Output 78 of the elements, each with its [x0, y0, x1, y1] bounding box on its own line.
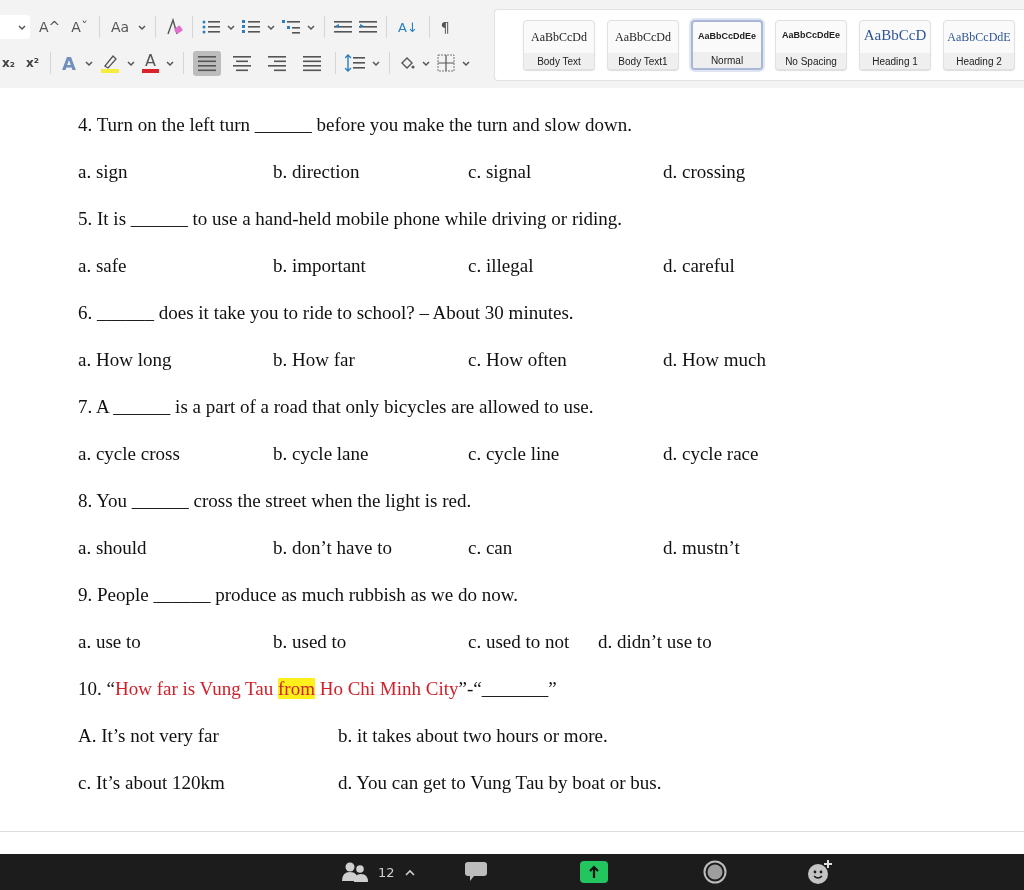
answer-option: c. It’s about 120km — [78, 772, 225, 794]
chevron-up-icon[interactable] — [404, 868, 415, 876]
change-case-button[interactable]: Aa — [108, 19, 132, 35]
answer-option: d. crossing — [663, 161, 746, 208]
answer-option: b. important — [273, 255, 366, 302]
record-icon[interactable] — [703, 860, 727, 884]
style-option[interactable]: AaBbCcDd Body Text1 — [607, 20, 679, 70]
decrease-indent-icon[interactable] — [334, 19, 353, 35]
answer-option: d. You can get to Vung Tau by boat or bus. — [338, 772, 662, 794]
shrink-font-button[interactable]: Aˇ — [69, 19, 90, 35]
answer-option: b. it takes about two hours or more. — [338, 725, 608, 747]
style-option[interactable]: AaBbCcDd Body Text — [523, 20, 595, 70]
answer-option: b. used to — [273, 631, 347, 678]
clear-formatting-icon[interactable] — [165, 18, 184, 36]
style-option[interactable]: AaBbCcDdEe Normal — [691, 20, 763, 70]
line-spacing-icon[interactable] — [344, 54, 365, 72]
caret-icon[interactable] — [165, 59, 174, 67]
caret-icon[interactable] — [138, 23, 147, 31]
answer-option: a. should — [78, 537, 147, 584]
answer-option: c. used to not — [468, 631, 570, 678]
answer-option: d. mustn’t — [663, 537, 740, 584]
multilevel-list-icon[interactable] — [282, 19, 301, 35]
share-screen-icon[interactable] — [580, 861, 608, 883]
answer-option: c. How often — [468, 349, 567, 396]
caret-icon[interactable] — [126, 59, 135, 67]
answer-option: b. direction — [273, 161, 360, 208]
answer-option: b. How far — [273, 349, 355, 396]
question-text: 5. It is ______ to use a hand-held mobile phone while driving or riding. — [78, 208, 624, 231]
participants-icon[interactable] — [342, 861, 368, 883]
question-text: 7. A ______ is a part of a road that only bicycles are allowed to use. — [78, 396, 595, 419]
superscript-button[interactable]: x² — [24, 56, 41, 70]
borders-icon[interactable] — [436, 54, 455, 72]
caret-icon[interactable] — [371, 59, 380, 67]
answer-option: A. It’s not very far — [78, 725, 219, 747]
answer-option: b. don’t have to — [273, 537, 392, 584]
answer-option: a. use to — [78, 631, 141, 678]
answer-option: d. cycle race — [663, 443, 759, 490]
answer-option: d. didn’t use to — [598, 631, 712, 678]
answer-option: a. safe — [78, 255, 127, 302]
chat-icon[interactable] — [464, 861, 488, 883]
show-marks-button[interactable]: ¶ — [438, 19, 452, 35]
style-option[interactable]: AaBbCcDdE Heading 2 — [943, 20, 1015, 70]
question-text: 9. People ______ produce as much rubbish as we do now. — [78, 584, 519, 607]
answer-option: c. illegal — [468, 255, 534, 302]
answer-option: c. cycle line — [468, 443, 560, 490]
answer-option: c. can — [468, 537, 513, 584]
grow-font-button[interactable]: A^ — [37, 19, 63, 35]
question-text: 8. You ______ cross the street when the light is red. — [78, 490, 473, 513]
answer-option: a. How long — [78, 349, 172, 396]
caret-icon[interactable] — [267, 23, 276, 31]
caret-icon[interactable] — [421, 59, 430, 67]
caret-icon[interactable] — [18, 23, 26, 31]
font-size-field[interactable] — [0, 15, 30, 39]
answer-option: d. careful — [663, 255, 735, 302]
reaction-icon[interactable] — [807, 859, 833, 885]
caret-icon[interactable] — [307, 23, 316, 31]
caret-icon[interactable] — [461, 59, 470, 67]
answer-option: c. signal — [468, 161, 532, 208]
question-text: 6. ______ does it take you to ride to school? – About 30 minutes. — [78, 302, 575, 325]
font-color-button[interactable]: A — [141, 53, 159, 73]
question-text: 4. Turn on the left turn ______ before you make the turn and slow down. — [78, 114, 634, 137]
sort-button[interactable]: A↓ — [396, 19, 420, 35]
participant-count: 12 — [378, 864, 395, 880]
highlighter-icon[interactable] — [99, 53, 120, 73]
numbering-icon[interactable] — [242, 19, 261, 35]
answer-option: a. cycle cross — [78, 443, 180, 490]
question-text: 10. “How far is Vung Tau from Ho Chi Minh City”-“_______” — [78, 678, 558, 701]
bullets-icon[interactable] — [202, 19, 221, 35]
subscript-button[interactable]: x₂ — [0, 56, 17, 70]
caret-icon[interactable] — [84, 59, 93, 67]
align-left-button[interactable] — [192, 50, 221, 76]
style-option[interactable]: AaBbCcDdEe No Spacing — [775, 20, 847, 70]
increase-indent-icon[interactable] — [359, 19, 378, 35]
caret-icon[interactable] — [227, 23, 236, 31]
answer-option: d. How much — [663, 349, 766, 396]
style-option[interactable]: AaBbCcD Heading 1 — [859, 20, 931, 70]
answer-option: a. sign — [78, 161, 128, 208]
answer-option: b. cycle lane — [273, 443, 369, 490]
